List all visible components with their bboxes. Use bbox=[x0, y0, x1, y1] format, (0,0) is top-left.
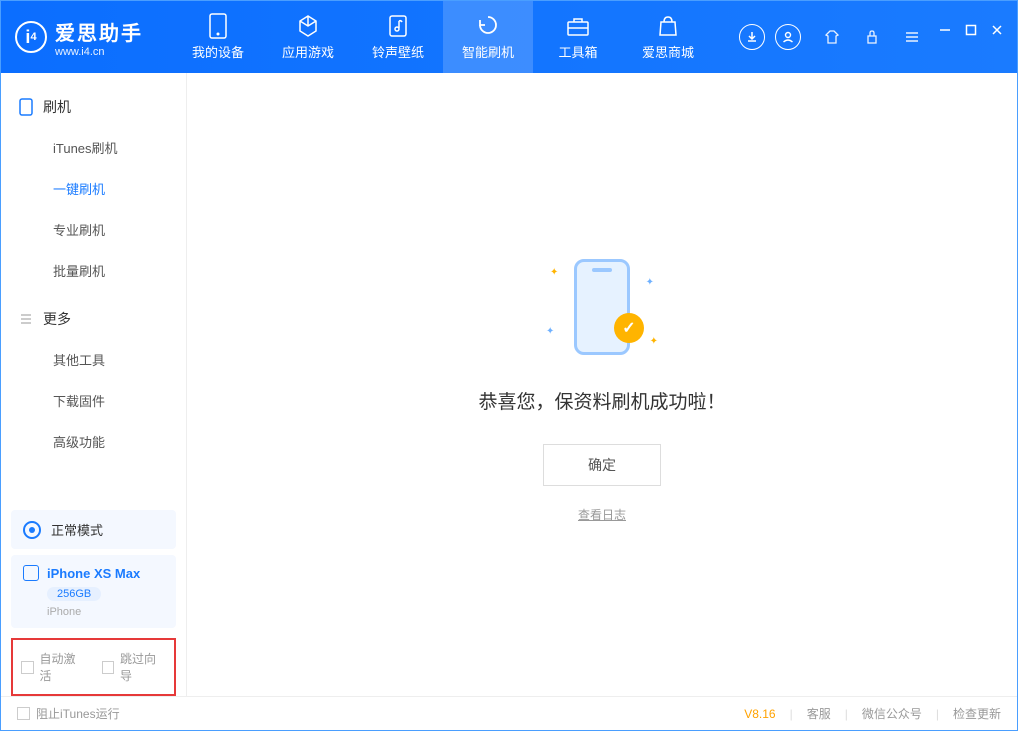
sparkle-icon: ✦ bbox=[550, 267, 558, 278]
checkbox-icon bbox=[102, 661, 115, 674]
check-badge-icon: ✓ bbox=[614, 313, 644, 343]
skin-icon[interactable] bbox=[819, 24, 845, 50]
footer: 阻止iTunes运行 V8.16 | 客服 | 微信公众号 | 检查更新 bbox=[1, 696, 1017, 730]
titlebar-right bbox=[739, 24, 1003, 50]
group-title: 刷机 bbox=[43, 97, 71, 117]
download-button[interactable] bbox=[739, 24, 765, 50]
minimize-button[interactable] bbox=[939, 24, 951, 50]
close-button[interactable] bbox=[991, 24, 1003, 50]
normal-mode-icon bbox=[23, 521, 41, 539]
checkbox-skip-guide[interactable]: 跳过向导 bbox=[102, 650, 167, 684]
app-title: 爱思助手 bbox=[55, 17, 143, 46]
sidebar-item-advanced[interactable]: 高级功能 bbox=[1, 421, 186, 462]
nav-label: 我的设备 bbox=[192, 42, 244, 61]
menu-icon[interactable] bbox=[899, 24, 925, 50]
device-name: iPhone XS Max bbox=[47, 566, 140, 581]
mode-box[interactable]: 正常模式 bbox=[11, 510, 176, 549]
sidebar-item-pro-flash[interactable]: 专业刷机 bbox=[1, 209, 186, 250]
sidebar-bottom: 正常模式 iPhone XS Max 256GB iPhone 自动激活 bbox=[1, 504, 186, 696]
sidebar-group-more: 更多 bbox=[1, 299, 186, 339]
sparkle-icon: ✦ bbox=[650, 336, 658, 347]
nav-toolbox[interactable]: 工具箱 bbox=[533, 1, 623, 73]
sidebar-item-download-firmware[interactable]: 下载固件 bbox=[1, 380, 186, 421]
device-icon bbox=[206, 14, 230, 38]
phone-icon bbox=[19, 98, 33, 116]
device-type: iPhone bbox=[47, 606, 164, 618]
maximize-button[interactable] bbox=[965, 24, 977, 50]
refresh-shield-icon bbox=[476, 14, 500, 38]
options-highlight-box: 自动激活 跳过向导 bbox=[11, 638, 176, 696]
nav-apps-games[interactable]: 应用游戏 bbox=[263, 1, 353, 73]
nav-my-device[interactable]: 我的设备 bbox=[173, 1, 263, 73]
group-title: 更多 bbox=[43, 309, 71, 329]
sidebar-item-oneclick-flash[interactable]: 一键刷机 bbox=[1, 168, 186, 209]
list-icon bbox=[19, 312, 33, 326]
footer-link-wechat[interactable]: 微信公众号 bbox=[862, 705, 922, 722]
app-subtitle: www.i4.cn bbox=[55, 46, 143, 58]
footer-link-support[interactable]: 客服 bbox=[807, 705, 831, 722]
titlebar: i4 爱思助手 www.i4.cn 我的设备 应用游戏 铃声壁纸 智能刷机 bbox=[1, 1, 1017, 73]
nav-label: 智能刷机 bbox=[462, 42, 514, 61]
sparkle-icon: ✦ bbox=[546, 326, 554, 337]
app-window: i4 爱思助手 www.i4.cn 我的设备 应用游戏 铃声壁纸 智能刷机 bbox=[0, 0, 1018, 731]
nav-store[interactable]: 爱思商城 bbox=[623, 1, 713, 73]
checkbox-block-itunes[interactable]: 阻止iTunes运行 bbox=[17, 705, 120, 722]
checkbox-auto-activate[interactable]: 自动激活 bbox=[21, 650, 86, 684]
mode-label: 正常模式 bbox=[51, 520, 103, 539]
music-file-icon bbox=[386, 14, 410, 38]
nav-label: 爱思商城 bbox=[642, 42, 694, 61]
version-label: V8.16 bbox=[744, 707, 775, 721]
app-logo-icon: i4 bbox=[15, 21, 47, 53]
lock-icon[interactable] bbox=[859, 24, 885, 50]
logo-area: i4 爱思助手 www.i4.cn bbox=[15, 17, 143, 58]
success-illustration: ✦ ✦ ✦ ✦ ✓ bbox=[542, 247, 662, 367]
sidebar-item-other-tools[interactable]: 其他工具 bbox=[1, 339, 186, 380]
sidebar: 刷机 iTunes刷机 一键刷机 专业刷机 批量刷机 更多 其他工具 下载固件 … bbox=[1, 73, 187, 696]
main-content: ✦ ✦ ✦ ✦ ✓ 恭喜您，保资料刷机成功啦！ 确定 查看日志 bbox=[187, 73, 1017, 696]
view-log-link[interactable]: 查看日志 bbox=[578, 506, 626, 523]
ok-button[interactable]: 确定 bbox=[543, 444, 661, 486]
nav-ringtone-wallpaper[interactable]: 铃声壁纸 bbox=[353, 1, 443, 73]
nav-label: 应用游戏 bbox=[282, 42, 334, 61]
sparkle-icon: ✦ bbox=[646, 277, 654, 288]
checkbox-label: 阻止iTunes运行 bbox=[36, 705, 120, 722]
sidebar-group-flash: 刷机 bbox=[1, 87, 186, 127]
cube-icon bbox=[296, 14, 320, 38]
footer-right: V8.16 | 客服 | 微信公众号 | 检查更新 bbox=[744, 705, 1001, 722]
checkbox-icon bbox=[17, 707, 30, 720]
window-controls bbox=[819, 24, 1003, 50]
body-area: 刷机 iTunes刷机 一键刷机 专业刷机 批量刷机 更多 其他工具 下载固件 … bbox=[1, 73, 1017, 696]
sidebar-item-batch-flash[interactable]: 批量刷机 bbox=[1, 250, 186, 291]
logo-text: 爱思助手 www.i4.cn bbox=[55, 17, 143, 58]
checkbox-label: 跳过向导 bbox=[120, 650, 166, 684]
success-message: 恭喜您，保资料刷机成功啦！ bbox=[478, 387, 725, 414]
device-box[interactable]: iPhone XS Max 256GB iPhone bbox=[11, 555, 176, 628]
footer-link-update[interactable]: 检查更新 bbox=[953, 705, 1001, 722]
bag-icon bbox=[656, 14, 680, 38]
nav-smart-flash[interactable]: 智能刷机 bbox=[443, 1, 533, 73]
nav-label: 铃声壁纸 bbox=[372, 42, 424, 61]
user-button[interactable] bbox=[775, 24, 801, 50]
top-nav: 我的设备 应用游戏 铃声壁纸 智能刷机 工具箱 爱思商城 bbox=[173, 1, 713, 73]
checkbox-icon bbox=[21, 661, 34, 674]
sidebar-item-itunes-flash[interactable]: iTunes刷机 bbox=[1, 127, 186, 168]
device-small-icon bbox=[23, 565, 39, 581]
toolbox-icon bbox=[566, 14, 590, 38]
device-storage-badge: 256GB bbox=[47, 587, 101, 601]
checkbox-label: 自动激活 bbox=[40, 650, 86, 684]
nav-label: 工具箱 bbox=[558, 42, 597, 61]
